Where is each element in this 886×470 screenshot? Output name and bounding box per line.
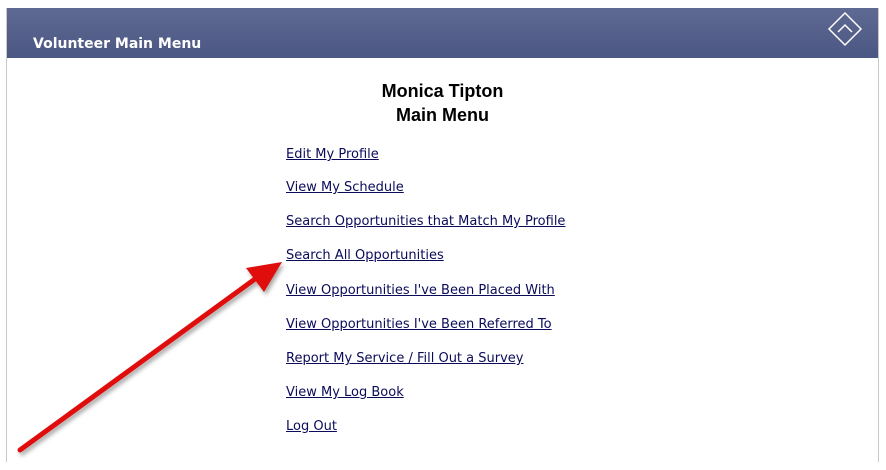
log-out-link[interactable]: Log Out [286,419,337,435]
view-schedule-link[interactable]: View My Schedule [286,180,404,196]
header-bar: Volunteer Main Menu [7,8,878,58]
header-title: Volunteer Main Menu [33,36,202,52]
view-placed-opportunities-link[interactable]: View Opportunities I've Been Placed With [286,283,555,299]
edit-profile-link[interactable]: Edit My Profile [286,147,379,163]
volunteer-name: Monica Tipton [381,81,504,101]
view-log-book-link[interactable]: View My Log Book [286,385,404,401]
search-matching-opportunities-link[interactable]: Search Opportunities that Match My Profi… [286,214,565,230]
report-service-survey-link[interactable]: Report My Service / Fill Out a Survey [286,351,523,367]
diamond-chevron-icon[interactable] [827,11,863,47]
search-all-opportunities-link[interactable]: Search All Opportunities [286,248,444,264]
view-referred-opportunities-link[interactable]: View Opportunities I've Been Referred To [286,317,552,333]
page-subtitle: Main Menu [396,105,489,125]
volunteer-menu-panel: Volunteer Main Menu Monica Tipton Main M… [6,8,879,462]
